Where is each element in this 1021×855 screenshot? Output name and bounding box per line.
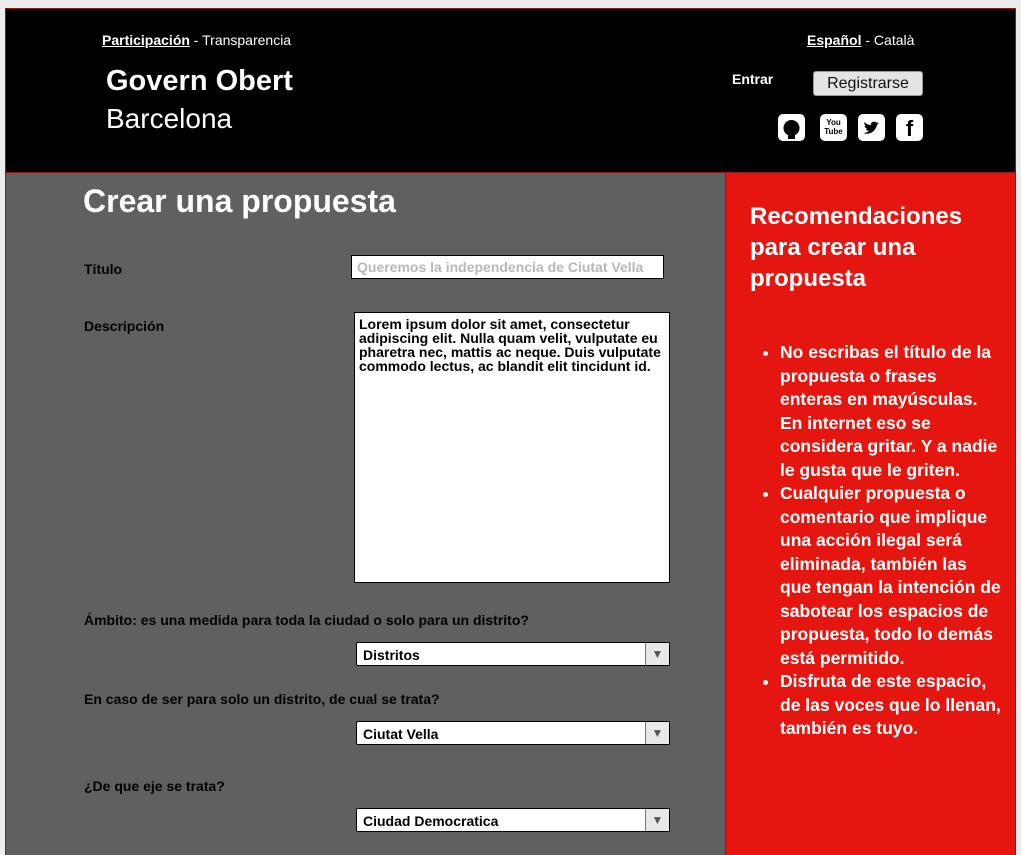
list-item: No escribas el título de la propuesta o … bbox=[780, 341, 1002, 482]
main-content: Crear una propuesta Título Descripción L… bbox=[6, 173, 725, 855]
top-nav: Participación - Transparencia bbox=[102, 32, 291, 48]
twitter-icon[interactable] bbox=[858, 114, 885, 141]
ambito-label: Ámbito: es una medida para toda la ciuda… bbox=[84, 612, 529, 628]
eje-label: ¿De que eje se trata? bbox=[84, 778, 225, 794]
site-header: Participación - Transparencia Govern Obe… bbox=[6, 9, 1015, 173]
chevron-down-icon[interactable]: ▼ bbox=[645, 722, 669, 744]
youtube-icon[interactable]: You Tube bbox=[820, 114, 847, 141]
nav-separator: - bbox=[189, 32, 203, 48]
lang-separator: - bbox=[861, 32, 874, 48]
eje-selected-value: Ciudad Democratica bbox=[363, 813, 499, 829]
facebook-icon[interactable]: f bbox=[896, 114, 923, 141]
language-switcher: Español - Català bbox=[807, 32, 914, 48]
github-icon[interactable] bbox=[778, 114, 805, 141]
page-title: Crear una propuesta bbox=[83, 183, 396, 219]
brand-title[interactable]: Govern Obert bbox=[106, 65, 293, 98]
brand-subtitle: Barcelona bbox=[106, 103, 233, 134]
list-item: Cualquier propuesta o comentario que imp… bbox=[780, 482, 1002, 670]
chevron-down-icon[interactable]: ▼ bbox=[645, 643, 669, 665]
recommendations-title: Recomendaciones para crear una propuesta bbox=[750, 203, 963, 292]
login-link[interactable]: Entrar bbox=[732, 71, 773, 87]
titulo-input[interactable] bbox=[351, 255, 664, 279]
lang-espanol-link[interactable]: Español bbox=[807, 32, 861, 48]
recommendations-sidebar: Recomendaciones para crear una propuesta… bbox=[725, 173, 1015, 855]
distrito-selected-value: Ciutat Vella bbox=[363, 726, 439, 742]
page-frame: Participación - Transparencia Govern Obe… bbox=[5, 8, 1016, 855]
titulo-label: Título bbox=[84, 261, 123, 277]
register-button[interactable]: Registrarse bbox=[813, 71, 923, 96]
nav-participacion-link[interactable]: Participación bbox=[102, 32, 190, 48]
descripcion-label: Descripción bbox=[84, 318, 165, 334]
chevron-down-icon[interactable]: ▼ bbox=[645, 809, 669, 831]
nav-transparencia-link[interactable]: Transparencia bbox=[202, 32, 291, 48]
recommendations-list: No escribas el título de la propuesta o … bbox=[750, 341, 1002, 741]
distrito-label: En caso de ser para solo un distrito, de… bbox=[84, 691, 440, 707]
ambito-select[interactable]: Distritos ▼ bbox=[356, 642, 670, 666]
ambito-selected-value: Distritos bbox=[363, 647, 420, 663]
distrito-select[interactable]: Ciutat Vella ▼ bbox=[356, 721, 670, 745]
descripcion-textarea[interactable]: Lorem ipsum dolor sit amet, consectetur … bbox=[354, 312, 670, 583]
eje-select[interactable]: Ciudad Democratica ▼ bbox=[356, 808, 670, 832]
lang-catala-link[interactable]: Català bbox=[874, 32, 914, 48]
list-item: Disfruta de este espacio, de las voces q… bbox=[780, 670, 1002, 741]
